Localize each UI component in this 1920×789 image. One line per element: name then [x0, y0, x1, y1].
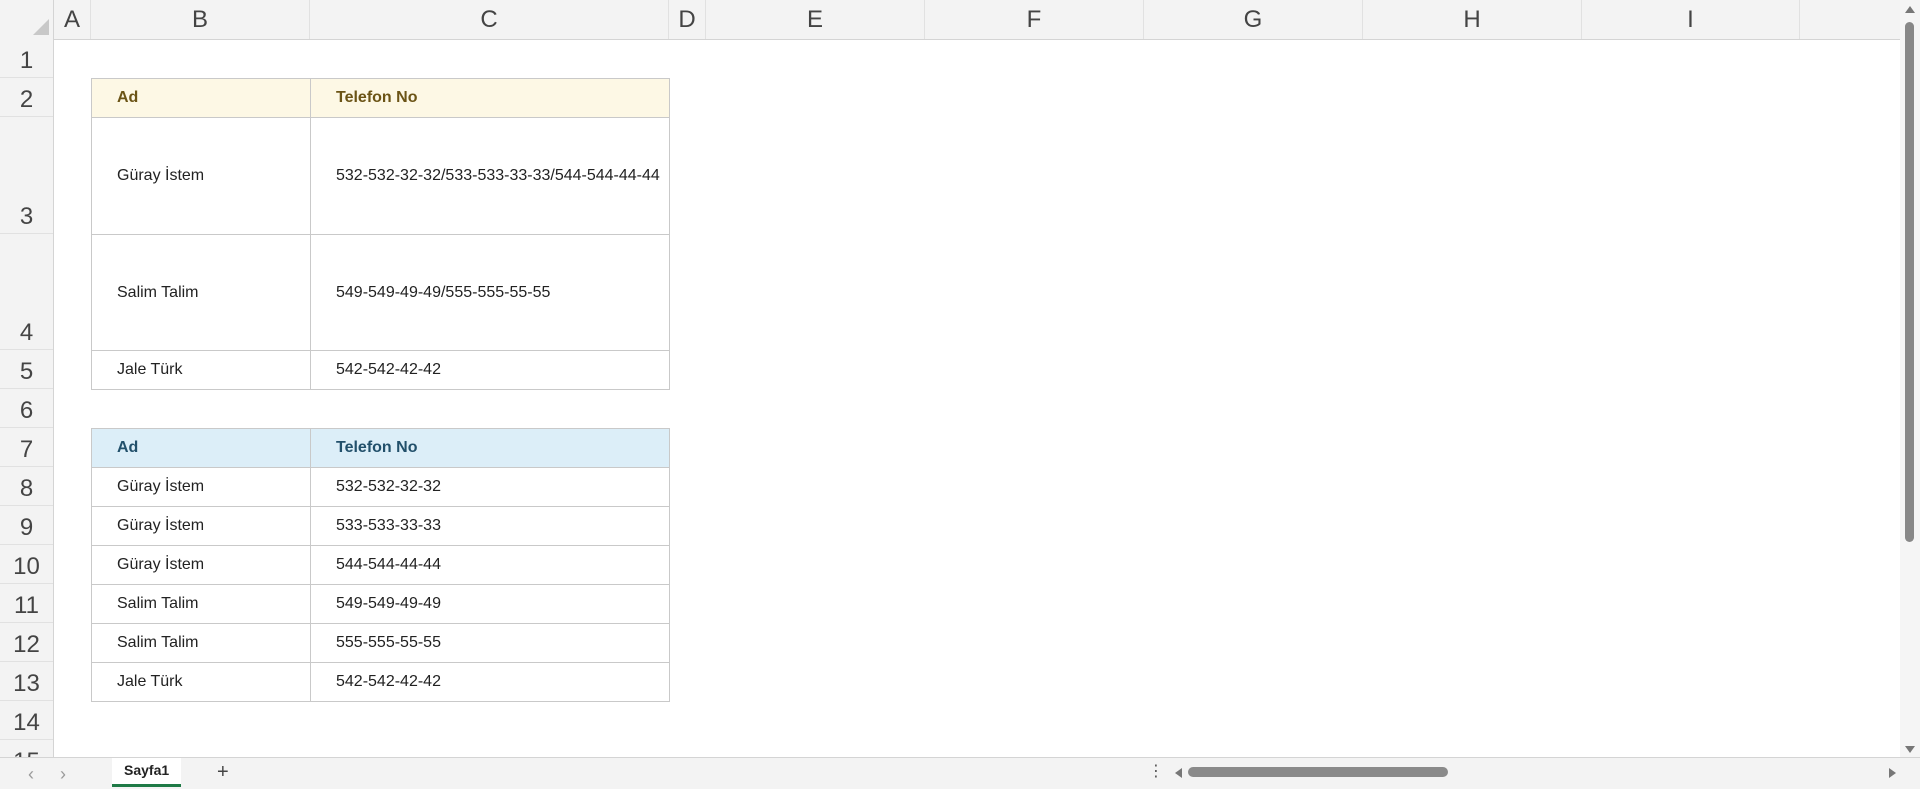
- sheet-tab-sayfa1[interactable]: Sayfa1: [112, 758, 182, 787]
- row-header-10[interactable]: 10: [0, 545, 53, 584]
- horizontal-scroll-thumb[interactable]: [1188, 767, 1448, 777]
- column-header-c[interactable]: C: [310, 0, 669, 39]
- column-header-i[interactable]: I: [1582, 0, 1800, 39]
- cell-grid[interactable]: Ad Telefon No Güray İstem 532-532-32-32/…: [54, 39, 1900, 757]
- table1-header-ad[interactable]: Ad: [91, 78, 311, 118]
- column-header-e[interactable]: E: [706, 0, 925, 39]
- row-header-7[interactable]: 7: [0, 428, 53, 467]
- column-header-f[interactable]: F: [925, 0, 1144, 39]
- column-header-b[interactable]: B: [91, 0, 310, 39]
- scroll-left-icon[interactable]: [1175, 768, 1182, 778]
- table1-cell-telefon[interactable]: 542-542-42-42: [310, 350, 670, 390]
- table2-cell-telefon[interactable]: 532-532-32-32: [310, 467, 670, 507]
- vertical-scroll-thumb[interactable]: [1905, 22, 1914, 542]
- table1-cell-ad[interactable]: Güray İstem: [91, 117, 311, 235]
- table2-cell-telefon[interactable]: 544-544-44-44: [310, 545, 670, 585]
- row-header-4[interactable]: 4: [0, 234, 53, 350]
- prev-sheet-icon[interactable]: ‹: [28, 764, 34, 785]
- next-sheet-icon[interactable]: ›: [60, 764, 66, 785]
- vertical-scrollbar[interactable]: [1900, 0, 1920, 757]
- row-header-13[interactable]: 13: [0, 662, 53, 701]
- row-header-9[interactable]: 9: [0, 506, 53, 545]
- table2-cell-telefon[interactable]: 533-533-33-33: [310, 506, 670, 546]
- table1-cell-telefon[interactable]: 532-532-32-32/533-533-33-33/544-544-44-4…: [310, 117, 670, 235]
- table1-cell-telefon[interactable]: 549-549-49-49/555-555-55-55: [310, 234, 670, 351]
- row-header-5[interactable]: 5: [0, 350, 53, 389]
- select-all-corner[interactable]: [0, 0, 54, 39]
- row-header-bar: 1 2 3 4 5 6 7 8 9 10 11 12 13 14 15: [0, 39, 54, 757]
- scroll-up-icon[interactable]: [1905, 6, 1915, 13]
- table2-cell-ad[interactable]: Güray İstem: [91, 506, 311, 546]
- row-header-1[interactable]: 1: [0, 39, 53, 78]
- column-header-h[interactable]: H: [1363, 0, 1582, 39]
- sheet-tab-bar: ‹ › Sayfa1 + ⋮: [0, 757, 1920, 789]
- table2-cell-ad[interactable]: Güray İstem: [91, 545, 311, 585]
- row-header-3[interactable]: 3: [0, 117, 53, 234]
- table2-cell-telefon[interactable]: 542-542-42-42: [310, 662, 670, 702]
- table2-cell-ad[interactable]: Güray İstem: [91, 467, 311, 507]
- table2-header-telefon[interactable]: Telefon No: [310, 428, 670, 468]
- column-header-a[interactable]: A: [54, 0, 91, 39]
- table1-header-telefon[interactable]: Telefon No: [310, 78, 670, 118]
- table1-cell-ad[interactable]: Jale Türk: [91, 350, 311, 390]
- row-header-15[interactable]: 15: [0, 740, 53, 757]
- row-header-6[interactable]: 6: [0, 389, 53, 428]
- row-header-11[interactable]: 11: [0, 584, 53, 623]
- more-options-icon[interactable]: ⋮: [1148, 761, 1164, 781]
- table2-header-ad[interactable]: Ad: [91, 428, 311, 468]
- table1-cell-ad[interactable]: Salim Talim: [91, 234, 311, 351]
- add-sheet-icon[interactable]: +: [217, 761, 229, 784]
- row-header-14[interactable]: 14: [0, 701, 53, 740]
- table2-cell-telefon[interactable]: 555-555-55-55: [310, 623, 670, 663]
- row-header-8[interactable]: 8: [0, 467, 53, 506]
- row-header-12[interactable]: 12: [0, 623, 53, 662]
- row-header-2[interactable]: 2: [0, 78, 53, 117]
- select-all-triangle-icon: [33, 19, 49, 35]
- table2-cell-ad[interactable]: Jale Türk: [91, 662, 311, 702]
- table2-cell-ad[interactable]: Salim Talim: [91, 623, 311, 663]
- column-header-g[interactable]: G: [1144, 0, 1363, 39]
- table2-cell-telefon[interactable]: 549-549-49-49: [310, 584, 670, 624]
- scroll-right-icon[interactable]: [1889, 768, 1896, 778]
- column-header-d[interactable]: D: [669, 0, 706, 39]
- table2-cell-ad[interactable]: Salim Talim: [91, 584, 311, 624]
- column-header-bar: A B C D E F G H I: [0, 0, 1900, 40]
- scroll-down-icon[interactable]: [1905, 746, 1915, 753]
